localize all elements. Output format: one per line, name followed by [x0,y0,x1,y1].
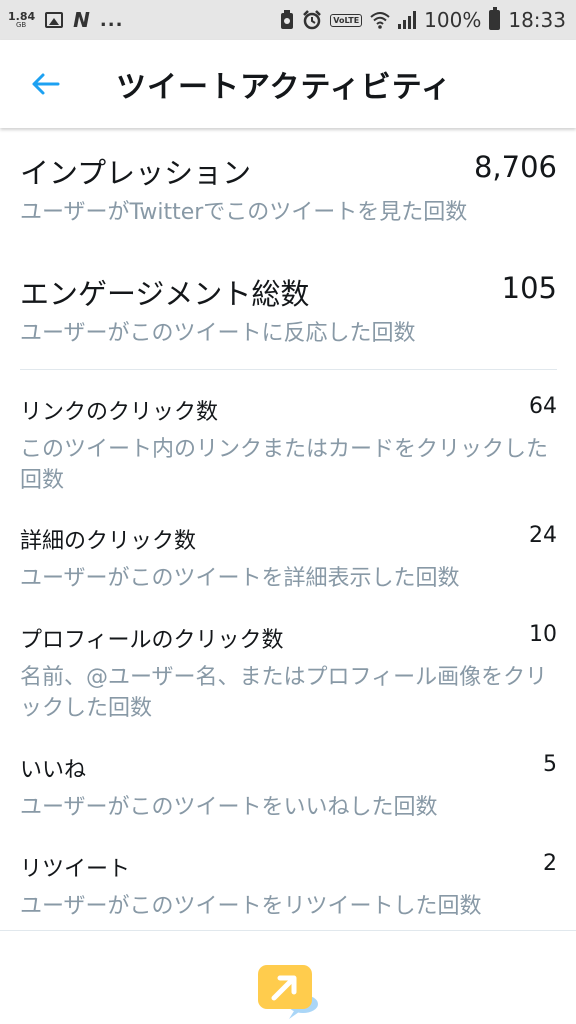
impressions-value: 8,706 [473,150,557,184]
link-clicks-value: 64 [529,394,557,419]
wifi-icon [370,12,390,29]
retweets-desc: ユーザーがこのツイートをリツイートした回数 [20,894,482,919]
divider [20,369,557,370]
detail-clicks-value: 24 [529,523,557,548]
back-button[interactable] [0,40,90,128]
status-left: 1.84 GB N ... [8,8,123,32]
likes-value: 5 [543,752,557,777]
battery-icon [489,7,501,30]
detail-clicks-row: 詳細のクリック数 24 ユーザーがこのツイートを詳細表示した回数 [20,523,557,594]
clock: 18:33 [508,8,566,32]
status-bar: 1.84 GB N ... VoLTE 100% 18:33 [0,0,576,40]
status-right: VoLTE 100% 18:33 [280,7,566,32]
engagements-desc: ユーザーがこのツイートに反応した回数 [20,321,416,346]
profile-clicks-value: 10 [529,622,557,647]
alarm-icon [303,10,322,30]
battery-percent: 100% [424,8,482,32]
engagements-label: エンゲージメント総数 [20,277,310,311]
more-notifications-icon: ... [99,9,124,31]
app-header: ツイートアクティビティ [0,40,576,128]
likes-desc: ユーザーがこのツイートをいいねした回数 [20,795,438,820]
retweets-value: 2 [543,851,557,876]
detail-clicks-label: 詳細のクリック数 [20,529,197,554]
retweets-label: リツイート [20,857,131,882]
engagements-value: 105 [501,271,557,305]
signal-icon [398,11,417,29]
image-notification-icon [45,12,64,28]
profile-clicks-row: プロフィールのクリック数 10 名前、@ユーザー名、またはプロフィール画像をクリ… [20,622,557,724]
page-title: ツイートアクティビティ [116,70,452,105]
data-saver-icon [281,10,294,29]
retweets-row: リツイート 2 ユーザーがこのツイートをリツイートした回数 [20,851,557,922]
profile-clicks-label: プロフィールのクリック数 [20,628,284,653]
engagements-row: エンゲージメント総数 105 ユーザーがこのツイートに反応した回数 [20,271,557,347]
impressions-desc: ユーザーがTwitterでこのツイートを見た回数 [20,200,468,225]
arrow-left-icon [32,73,60,95]
promote-tweet-icon[interactable] [256,963,320,1021]
profile-clicks-desc: 名前、@ユーザー名、またはプロフィール画像をクリックした回数 [20,665,548,721]
footer-divider [0,930,576,931]
link-clicks-label: リンクのクリック数 [20,400,219,425]
impressions-row: インプレッション 8,706 ユーザーがTwitterでこのツイートを見た回数 [20,150,557,226]
link-clicks-row: リンクのクリック数 64 このツイート内のリンクまたはカードをクリックした回数 [20,394,557,496]
link-clicks-desc: このツイート内のリンクまたはカードをクリックした回数 [20,437,549,493]
activity-content: インプレッション 8,706 ユーザーがTwitterでこのツイートを見た回数 … [20,128,557,922]
network-speed-unit: GB [16,21,27,29]
app-notification-icon: N [73,8,90,32]
network-speed: 1.84 GB [8,11,35,29]
detail-clicks-desc: ユーザーがこのツイートを詳細表示した回数 [20,566,460,591]
likes-label: いいね [20,758,87,783]
volte-icon: VoLTE [330,13,363,27]
likes-row: いいね 5 ユーザーがこのツイートをいいねした回数 [20,752,557,823]
